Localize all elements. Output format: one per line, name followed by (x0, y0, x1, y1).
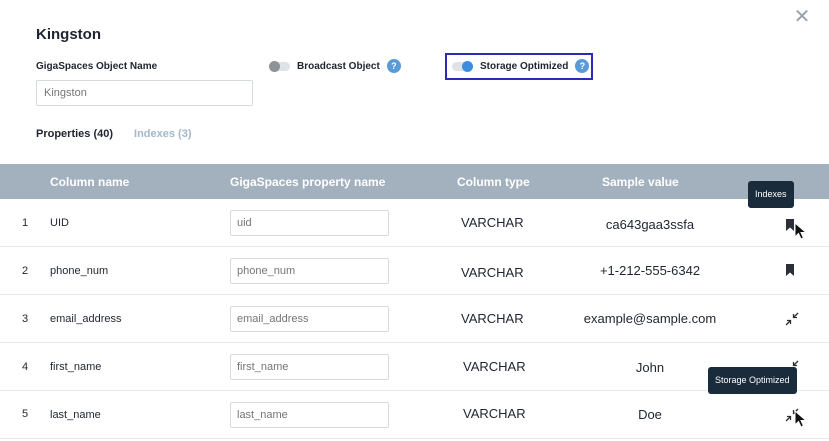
broadcast-help-icon[interactable]: ? (386, 59, 401, 73)
property-name-input[interactable] (230, 354, 389, 380)
bookmark-icon[interactable] (785, 264, 799, 278)
column-name: last_name (50, 409, 101, 421)
property-name-input[interactable] (230, 210, 389, 236)
tab-indexes[interactable]: Indexes (3) (134, 128, 191, 140)
sample-value: +1-212-555-6342 (599, 263, 701, 278)
broadcast-object-label: Broadcast Object (297, 60, 380, 72)
column-name: email_address (50, 313, 122, 325)
column-type: VARCHAR (463, 359, 526, 374)
storage-optimized-toggle-group: Storage Optimized ? (452, 59, 590, 73)
header-property-name: GigaSpaces property name (230, 175, 386, 189)
table-row: 5 last_name VARCHAR Doe (0, 391, 829, 439)
row-index: 5 (22, 408, 29, 420)
mouse-pointer-icon (794, 410, 808, 428)
column-type: VARCHAR (461, 215, 524, 230)
sample-value: Doe (638, 407, 662, 422)
object-name-label: GigaSpaces Object Name (36, 61, 158, 72)
column-type: VARCHAR (461, 311, 524, 326)
column-name: phone_num (50, 265, 109, 277)
toggle-knob (269, 60, 280, 72)
toggle-knob (462, 60, 473, 72)
mouse-pointer-icon (794, 222, 808, 240)
header-column-type: Column type (457, 175, 530, 189)
tab-properties[interactable]: Properties (40) (36, 128, 113, 140)
table-row: 1 UID VARCHAR ca643gaa3ssfa (0, 199, 829, 247)
close-button[interactable]: ✕ (793, 7, 811, 27)
storage-optimized-label: Storage Optimized (480, 60, 569, 72)
indexes-tooltip: Indexes (748, 181, 794, 208)
column-type: VARCHAR (461, 265, 524, 280)
sample-value: example@sample.com (583, 311, 717, 326)
compress-icon[interactable] (785, 312, 799, 326)
property-name-input[interactable] (230, 306, 389, 332)
storage-optimized-toggle[interactable] (452, 60, 473, 72)
sample-value: ca643gaa3ssfa (605, 217, 695, 232)
table-row: 2 phone_num VARCHAR +1-212-555-6342 (0, 247, 829, 295)
broadcast-object-toggle-group: Broadcast Object ? (269, 59, 401, 73)
row-index: 3 (22, 313, 29, 325)
storage-help-icon[interactable]: ? (575, 59, 590, 73)
row-index: 1 (22, 217, 29, 229)
storage-optimized-tooltip: Storage Optimized (708, 367, 797, 394)
header-column-name: Column name (50, 175, 130, 189)
header-sample-value: Sample value (602, 175, 679, 189)
property-name-input[interactable] (230, 258, 389, 284)
row-index: 2 (22, 265, 29, 277)
object-name-input[interactable] (36, 80, 253, 106)
tab-bar: Properties (40) Indexes (3) (36, 128, 192, 140)
table-row: 3 email_address VARCHAR example@sample.c… (0, 295, 829, 343)
column-name: UID (50, 217, 69, 229)
property-name-input[interactable] (230, 402, 389, 428)
table-row: 4 first_name VARCHAR John (0, 343, 829, 391)
page-title: Kingston (36, 26, 101, 43)
broadcast-object-toggle[interactable] (269, 60, 290, 72)
column-name: first_name (50, 361, 102, 373)
column-type: VARCHAR (463, 406, 526, 421)
table-header: Column name GigaSpaces property name Col… (0, 164, 829, 199)
row-index: 4 (22, 361, 29, 373)
